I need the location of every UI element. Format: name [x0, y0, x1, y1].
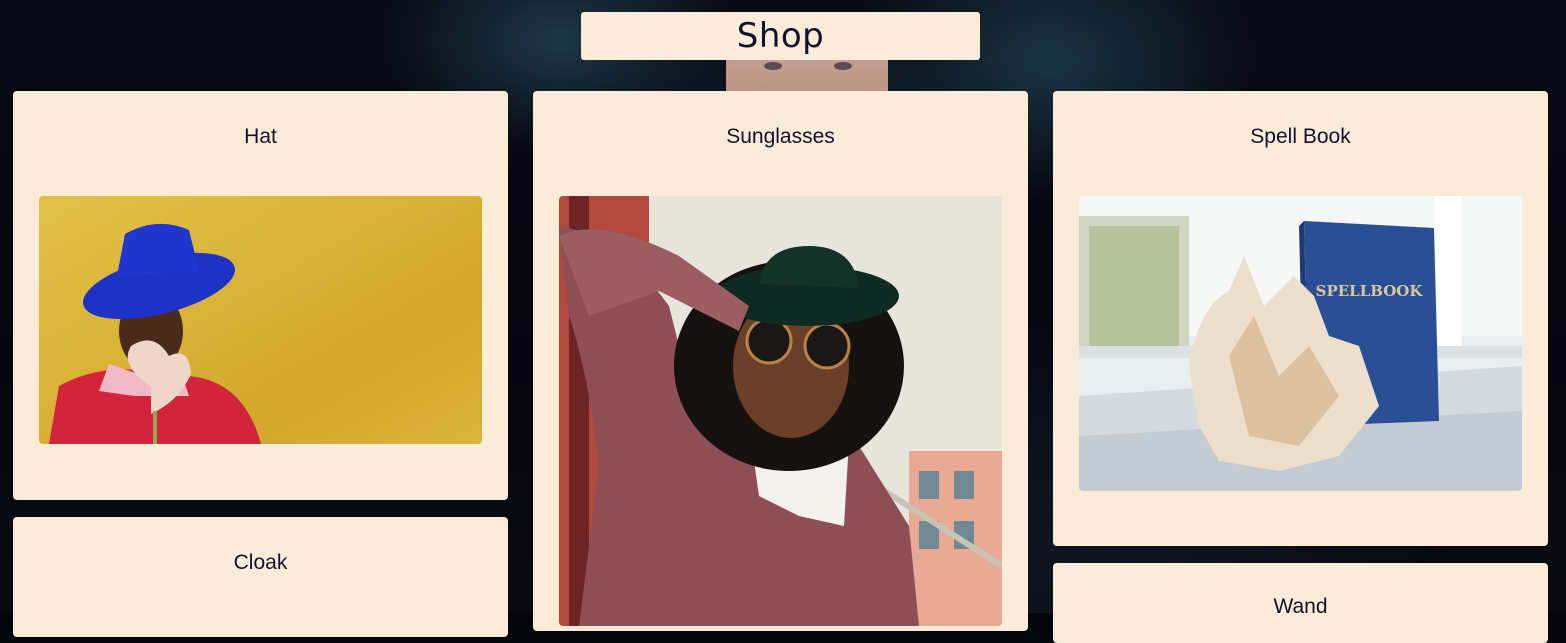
hat-image	[39, 196, 482, 444]
sunglasses-image	[559, 196, 1002, 626]
product-card-spell-book[interactable]: Spell Book SPELLBOOK	[1053, 91, 1548, 546]
product-card-sunglasses[interactable]: Sunglasses	[533, 91, 1028, 631]
page-title-box: Shop	[581, 12, 980, 60]
spell-book-image: SPELLBOOK	[1079, 196, 1522, 491]
page-title: Shop	[736, 16, 825, 56]
product-name: Wand	[1273, 595, 1328, 618]
spellbook-cover-text: SPELLBOOK	[1316, 282, 1424, 300]
product-name: Sunglasses	[726, 125, 835, 148]
product-name: Spell Book	[1250, 125, 1351, 148]
product-name: Cloak	[233, 551, 288, 574]
product-card-hat[interactable]: Hat	[13, 91, 508, 500]
product-card-wand[interactable]: Wand	[1053, 563, 1548, 643]
product-card-cloak[interactable]: Cloak	[13, 517, 508, 637]
product-name: Hat	[244, 125, 277, 148]
